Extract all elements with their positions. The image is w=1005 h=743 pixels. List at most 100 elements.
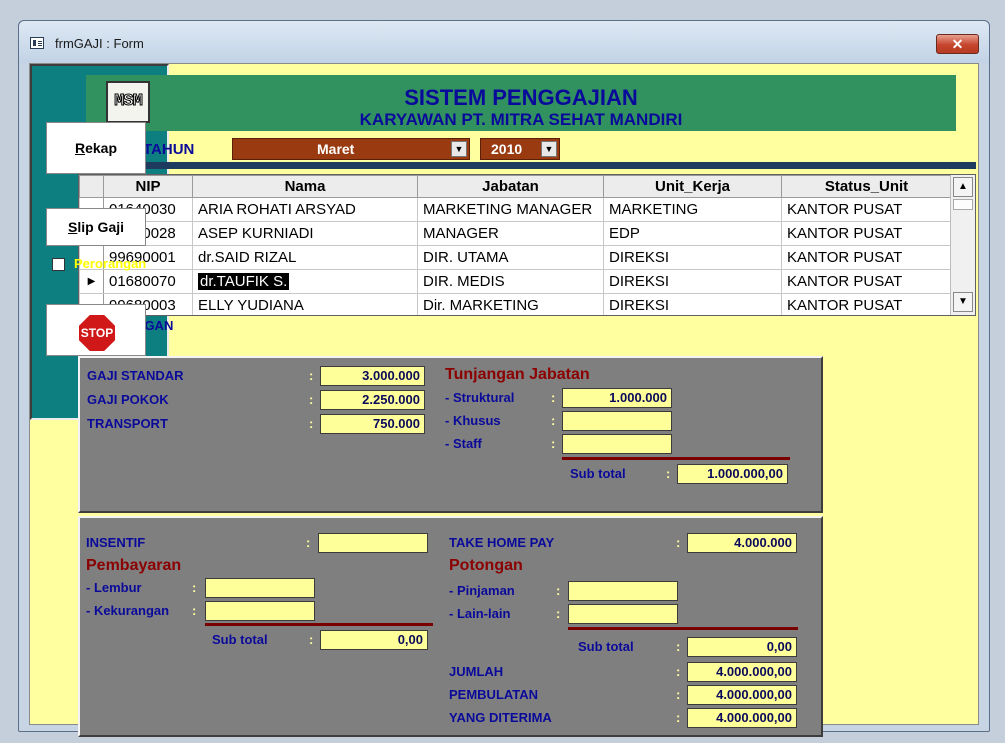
cell-nama[interactable]: ASEP KURNIADI — [192, 221, 418, 246]
cell-jabatan[interactable]: DIR. MEDIS — [417, 269, 604, 294]
table-row[interactable]: 00690028 ASEP KURNIADI MANAGER EDP KANTO… — [79, 221, 952, 246]
lain-lain-field[interactable] — [568, 604, 678, 624]
cell-jabatan[interactable]: Dir. MARKETING — [417, 293, 604, 315]
chevron-down-icon[interactable]: ▼ — [541, 141, 557, 157]
cell-nama[interactable]: dr.TAUFIK S. — [192, 269, 418, 294]
perorangan-checkbox[interactable] — [52, 258, 65, 271]
colon: : — [556, 583, 561, 598]
column-header-status-unit[interactable]: Status_Unit — [781, 175, 952, 198]
cell-jabatan[interactable]: MANAGER — [417, 221, 604, 246]
pembulatan-field[interactable]: 4.000.000,00 — [687, 685, 797, 705]
column-header-jabatan[interactable]: Jabatan — [417, 175, 604, 198]
rekap-button[interactable]: Rekap — [46, 122, 146, 174]
pembulatan-label: PEMBULATAN — [449, 687, 539, 702]
month-dropdown[interactable]: Maret ▼ — [232, 138, 470, 160]
insentif-field[interactable] — [318, 533, 428, 553]
gaji-standar-field[interactable]: 3.000.000 — [320, 366, 425, 386]
cell-unit-kerja[interactable]: DIREKSI — [603, 245, 782, 270]
cell-jabatan[interactable]: MARKETING MANAGER — [417, 197, 604, 222]
gaji-standar-label: GAJI STANDAR — [87, 368, 184, 383]
yang-diterima-field[interactable]: 4.000.000,00 — [687, 708, 797, 728]
column-header-nip[interactable]: NIP — [103, 175, 193, 198]
current-record-icon[interactable]: ▶ — [79, 269, 104, 294]
cell-unit-kerja[interactable]: DIREKSI — [603, 269, 782, 294]
vertical-scrollbar[interactable]: ▲ ▼ — [950, 175, 975, 315]
scroll-thumb[interactable] — [953, 199, 973, 210]
rekap-label: ekap — [85, 140, 118, 156]
close-button[interactable]: ✕ — [936, 34, 979, 54]
scroll-down-icon[interactable]: ▼ — [953, 292, 973, 312]
row-selector-header[interactable] — [79, 175, 104, 198]
transport-label: TRANSPORT — [87, 416, 168, 431]
cell-status-unit[interactable]: KANTOR PUSAT — [781, 197, 952, 222]
year-value: 2010 — [491, 141, 523, 157]
column-header-unit-kerja[interactable]: Unit_Kerja — [603, 175, 782, 198]
table-row[interactable]: 01640030 ARIA ROHATI ARSYAD MARKETING MA… — [79, 197, 952, 222]
khusus-field[interactable] — [562, 411, 672, 431]
cell-unit-kerja[interactable]: EDP — [603, 221, 782, 246]
chevron-down-icon[interactable]: ▼ — [451, 141, 467, 157]
rekap-hotkey: R — [74, 140, 86, 156]
colon: : — [676, 687, 681, 702]
cell-status-unit[interactable]: KANTOR PUSAT — [781, 245, 952, 270]
pembayaran-header: Pembayaran — [86, 557, 182, 574]
cell-jabatan[interactable]: DIR. UTAMA — [417, 245, 604, 270]
subtotal-rule — [205, 623, 433, 626]
employee-grid[interactable]: NIP Nama Jabatan Unit_Kerja Status_Unit … — [78, 174, 976, 316]
cell-unit-kerja[interactable]: MARKETING — [603, 197, 782, 222]
colon: : — [676, 664, 681, 679]
jumlah-field[interactable]: 4.000.000,00 — [687, 662, 797, 682]
cell-nama[interactable]: ARIA ROHATI ARSYAD — [192, 197, 418, 222]
cell-status-unit[interactable]: KANTOR PUSAT — [781, 293, 952, 315]
colon: : — [676, 535, 681, 550]
staff-field[interactable] — [562, 434, 672, 454]
colon: : — [666, 466, 671, 481]
pay-panel: INSENTIF : Pembayaran - Lembur : - Kekur… — [78, 516, 823, 737]
colon: : — [556, 606, 561, 621]
cell-status-unit[interactable]: KANTOR PUSAT — [781, 221, 952, 246]
transport-field[interactable]: 750.000 — [320, 414, 425, 434]
selected-text[interactable]: dr.TAUFIK S. — [198, 273, 290, 290]
struktural-field[interactable]: 1.000.000 — [562, 388, 672, 408]
form-window: frmGAJI : Form ✕ MSM SISTEM PENGGAJIAN K… — [18, 20, 990, 737]
colon: : — [551, 390, 556, 405]
salary-panel: GAJI STANDAR : 3.000.000 GAJI POKOK : 2.… — [78, 356, 823, 513]
form-body: MSM SISTEM PENGGAJIAN KARYAWAN PT. MITRA… — [29, 63, 979, 737]
cell-nama[interactable]: ELLY YUDIANA — [192, 293, 418, 315]
scroll-up-icon[interactable]: ▲ — [953, 177, 973, 197]
jumlah-label: JUMLAH — [449, 664, 504, 679]
pinjaman-field[interactable] — [568, 581, 678, 601]
insentif-label: INSENTIF — [86, 535, 146, 550]
potongan-subtotal-field[interactable]: 0,00 — [687, 637, 797, 657]
year-dropdown[interactable]: 2010 ▼ — [480, 138, 560, 160]
title-bar[interactable]: frmGAJI : Form ✕ — [19, 21, 989, 63]
potongan-subtotal-label: Sub total — [578, 639, 634, 654]
cell-status-unit[interactable]: KANTOR PUSAT — [781, 269, 952, 294]
staff-label: - Staff — [445, 436, 482, 451]
colon: : — [676, 710, 681, 725]
pinjaman-label: - Pinjaman — [449, 583, 515, 598]
form-icon — [30, 37, 44, 49]
pembayaran-subtotal-field[interactable]: 0,00 — [320, 630, 428, 650]
cell-unit-kerja[interactable]: DIREKSI — [603, 293, 782, 315]
stop-button[interactable]: STOP — [46, 304, 146, 356]
take-home-pay-field[interactable]: 4.000.000 — [687, 533, 797, 553]
lain-lain-label: - Lain-lain — [449, 606, 511, 621]
column-header-nama[interactable]: Nama — [192, 175, 418, 198]
table-row[interactable]: 99690001 dr.SAID RIZAL DIR. UTAMA DIREKS… — [79, 245, 952, 270]
cell-nip[interactable]: 01680070 — [103, 269, 193, 294]
subtotal-label: Sub total — [570, 466, 626, 481]
table-row-selected[interactable]: ▶ 01680070 dr.TAUFIK S. DIR. MEDIS DIREK… — [79, 269, 952, 294]
gaji-pokok-field[interactable]: 2.250.000 — [320, 390, 425, 410]
slip-gaji-button[interactable]: Slip Gaji — [46, 208, 146, 246]
lembur-field[interactable] — [205, 578, 315, 598]
struktural-label: - Struktural — [445, 390, 515, 405]
colon: : — [309, 416, 314, 431]
slip-gaji-hotkey: S — [67, 219, 78, 235]
tunjangan-subtotal-field[interactable]: 1.000.000,00 — [677, 464, 788, 484]
cell-nama[interactable]: dr.SAID RIZAL — [192, 245, 418, 270]
stop-icon: STOP — [79, 315, 115, 351]
kekurangan-field[interactable] — [205, 601, 315, 621]
table-row[interactable]: 99680003 ELLY YUDIANA Dir. MARKETING DIR… — [79, 293, 952, 315]
take-home-pay-label: TAKE HOME PAY — [449, 535, 555, 550]
